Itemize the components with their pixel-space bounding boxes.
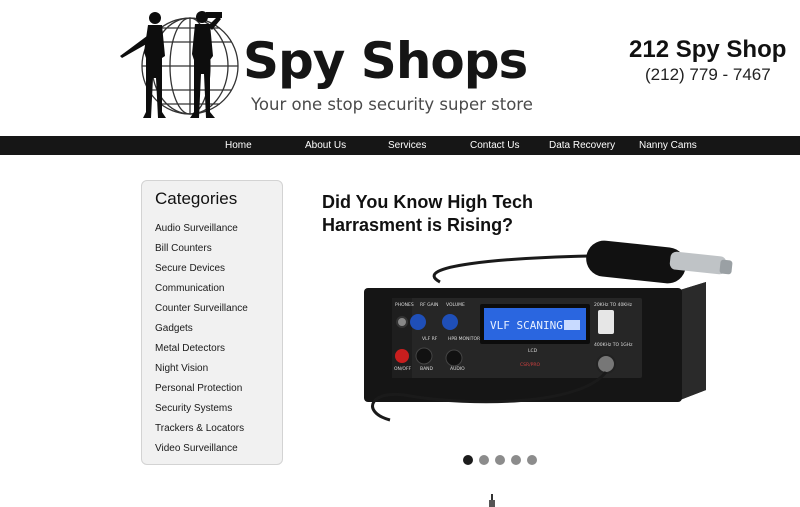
brand-title[interactable]: Spy Shops — [243, 36, 528, 86]
vlf-detector-image[interactable]: VLF SCANING PHONES RF GAIN VOLUME VLF RF… — [350, 236, 740, 432]
svg-text:AUDIO: AUDIO — [450, 366, 465, 372]
nav-item-home[interactable]: Home — [225, 136, 252, 155]
slider-dot-3[interactable] — [495, 455, 505, 465]
category-link-trackers-locators[interactable]: Trackers & Locators — [155, 422, 248, 442]
category-link-night-vision[interactable]: Night Vision — [155, 362, 248, 382]
connector-icon — [596, 354, 616, 374]
category-link-security-systems[interactable]: Security Systems — [155, 402, 248, 422]
category-link-bill-counters[interactable]: Bill Counters — [155, 242, 248, 262]
svg-text:RF GAIN: RF GAIN — [420, 302, 438, 308]
band-switch-icon — [415, 347, 433, 365]
sidebar-title: Categories — [155, 189, 238, 208]
nav-item-services[interactable]: Services — [388, 136, 426, 155]
phones-jack-icon — [396, 316, 408, 328]
category-link-counter-surveillance[interactable]: Counter Surveillance — [155, 302, 248, 322]
svg-text:CSR/PRO: CSR/PRO — [520, 362, 540, 368]
probe-icon — [586, 240, 733, 284]
nav-item-contact-us[interactable]: Contact Us — [470, 136, 519, 155]
svg-text:ON/OFF: ON/OFF — [394, 366, 412, 372]
svg-text:VOLUME: VOLUME — [446, 302, 465, 308]
slider-dot-4[interactable] — [511, 455, 521, 465]
nav-item-about-us[interactable]: About Us — [305, 136, 346, 155]
category-link-gadgets[interactable]: Gadgets — [155, 322, 248, 342]
antenna-icon — [489, 494, 495, 507]
power-button-icon — [395, 349, 409, 363]
audio-knob-icon — [445, 349, 463, 367]
lcd-screen-text: VLF SCANING — [490, 319, 563, 332]
probe-cable — [432, 254, 591, 284]
category-list: Audio Surveillance Bill Counters Secure … — [155, 222, 248, 462]
shop-name: 212 Spy Shop — [629, 36, 787, 63]
slide-title[interactable]: Did You Know High Tech Harrasment is Ris… — [322, 191, 582, 237]
range-switch-icon — [598, 310, 614, 334]
svg-text:20KHz TO 40KHz: 20KHz TO 40KHz — [594, 302, 633, 308]
svg-text:LCD: LCD — [528, 348, 538, 354]
volume-knob-icon — [442, 314, 458, 330]
category-link-metal-detectors[interactable]: Metal Detectors — [155, 342, 248, 362]
svg-text:BAND: BAND — [420, 366, 434, 372]
svg-text:HPB MONITOR: HPB MONITOR — [448, 336, 480, 342]
phone-number[interactable]: (212) 779 - 7467 — [645, 66, 771, 83]
brand-tagline: Your one stop security super store — [251, 95, 533, 114]
categories-sidebar: Categories Audio Surveillance Bill Count… — [141, 180, 283, 465]
svg-text:PHONES: PHONES — [395, 302, 414, 308]
nav-item-nanny-cams[interactable]: Nanny Cams — [639, 136, 697, 155]
spy-logo-icon[interactable] — [118, 8, 240, 124]
category-link-personal-protection[interactable]: Personal Protection — [155, 382, 248, 402]
nav-item-data-recovery[interactable]: Data Recovery — [549, 136, 615, 155]
slider-dot-2[interactable] — [479, 455, 489, 465]
category-link-secure-devices[interactable]: Secure Devices — [155, 262, 248, 282]
slider-dot-1[interactable] — [463, 455, 473, 465]
slider-dot-5[interactable] — [527, 455, 537, 465]
svg-text:VLF RF: VLF RF — [422, 336, 438, 342]
rf-gain-knob-icon — [410, 314, 426, 330]
category-link-video-surveillance[interactable]: Video Surveillance — [155, 442, 248, 462]
svg-text:400KHz TO 1GHz: 400KHz TO 1GHz — [594, 342, 633, 348]
main-navigation: Home About Us Services Contact Us Data R… — [0, 136, 800, 155]
category-link-audio-surveillance[interactable]: Audio Surveillance — [155, 222, 248, 242]
category-link-communication[interactable]: Communication — [155, 282, 248, 302]
